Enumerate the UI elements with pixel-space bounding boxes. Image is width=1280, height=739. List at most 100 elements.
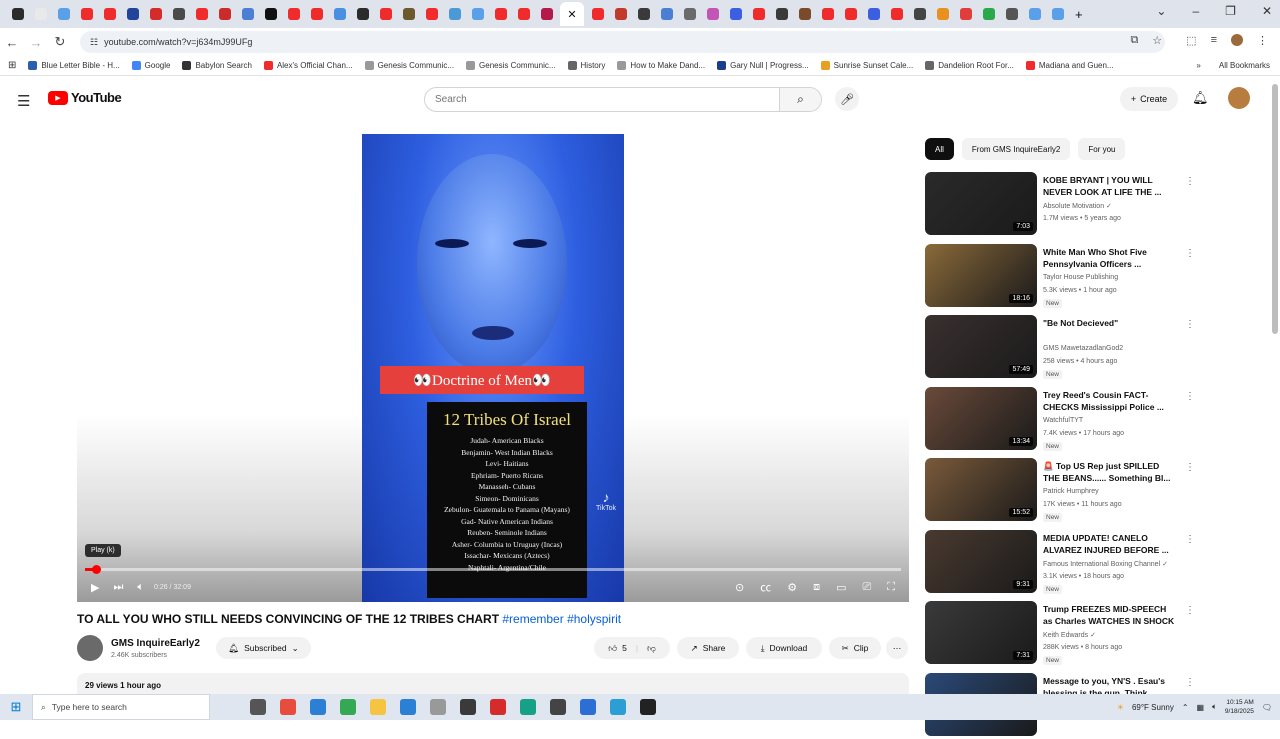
recommended-title[interactable]: "Be Not Decieved" xyxy=(1043,317,1178,329)
tab-favicon[interactable] xyxy=(379,8,392,20)
search-input[interactable] xyxy=(425,88,779,111)
bookmark-item[interactable]: Babylon Search xyxy=(182,61,252,70)
more-vertical-icon[interactable]: ⋮ xyxy=(1185,248,1195,259)
recommended-video[interactable]: 7:31 Trump FREEZES MID-SPEECH as Charles … xyxy=(925,601,1195,667)
menu-icon[interactable]: ⋮ xyxy=(1257,34,1268,47)
recommended-channel[interactable]: Patrick Humphrey xyxy=(1043,488,1099,495)
close-window-icon[interactable]: ✕ xyxy=(1262,4,1272,18)
tab-favicon[interactable] xyxy=(11,8,24,20)
chip-for-you[interactable]: For you xyxy=(1078,138,1126,160)
taskbar-app-icon[interactable] xyxy=(490,699,506,715)
tab-favicon[interactable] xyxy=(890,8,903,20)
tab-favicon[interactable] xyxy=(103,8,116,20)
more-vertical-icon[interactable]: ⋮ xyxy=(1185,319,1195,330)
taskbar-app-icon[interactable] xyxy=(460,699,476,715)
taskbar-app-icon[interactable] xyxy=(370,699,386,715)
tab-favicon[interactable] xyxy=(936,8,949,20)
tab-favicon[interactable] xyxy=(172,8,185,20)
recommended-channel[interactable]: Absolute Motivation ✓ xyxy=(1043,202,1112,210)
page-scrollbar[interactable] xyxy=(1272,84,1278,334)
tab-favicon[interactable] xyxy=(287,8,300,20)
autoplay-toggle-icon[interactable]: ⊙ xyxy=(735,581,744,594)
tray-chevron-icon[interactable]: ⌃ xyxy=(1182,703,1189,712)
share-button[interactable]: ↗ Share xyxy=(677,637,739,659)
search-icon[interactable]: ⌕ xyxy=(779,88,821,111)
bookmark-item[interactable]: History xyxy=(567,61,605,70)
tab-favicon[interactable] xyxy=(959,8,972,20)
more-vertical-icon[interactable]: ⋮ xyxy=(1185,534,1195,545)
taskbar-app-icon[interactable] xyxy=(340,699,356,715)
windows-start-icon[interactable]: ⊞ xyxy=(0,699,32,715)
recommended-video[interactable]: 9:31 MEDIA UPDATE! CANELO ALVAREZ INJURED… xyxy=(925,529,1195,596)
chip-all[interactable]: All xyxy=(925,138,954,160)
recommended-title[interactable]: White Man Who Shot Five Pennsylvania Off… xyxy=(1043,246,1178,270)
back-icon[interactable]: ← xyxy=(0,35,24,50)
tab-favicon[interactable] xyxy=(706,8,719,20)
create-button[interactable]: + Create xyxy=(1120,87,1178,111)
cast-icon[interactable]: ⎚ xyxy=(862,581,871,594)
miniplayer-icon[interactable]: ⧈ xyxy=(813,581,820,594)
tab-favicon[interactable] xyxy=(448,8,461,20)
notifications-bell-icon[interactable]: 🔔︎ xyxy=(1192,90,1209,106)
bookmark-item[interactable]: How to Make Dand... xyxy=(617,61,705,70)
video-thumbnail[interactable]: 18:16 xyxy=(925,243,1037,307)
clock[interactable]: 10:15 AM 9/18/2025 xyxy=(1225,698,1254,716)
tab-favicon[interactable] xyxy=(982,8,995,20)
recommended-channel[interactable]: Keith Edwards ✓ xyxy=(1043,631,1096,639)
taskbar-app-icon[interactable] xyxy=(250,699,266,715)
bookmark-item[interactable]: Alex's Official Chan... xyxy=(263,61,353,70)
taskbar-app-icon[interactable] xyxy=(400,699,416,715)
subscribed-button[interactable]: 🔔︎ Subscribed ⌄ xyxy=(216,637,311,659)
reload-icon[interactable]: ↻ xyxy=(48,34,72,50)
video-thumbnail[interactable]: 7:03 xyxy=(925,172,1037,235)
taskbar-app-icon[interactable] xyxy=(280,699,296,715)
more-vertical-icon[interactable]: ⋮ xyxy=(1185,605,1195,616)
tab-favicon[interactable] xyxy=(614,8,627,20)
youtube-logo[interactable]: ▶ YouTube xyxy=(48,90,122,105)
tab-favicon[interactable] xyxy=(195,8,208,20)
media-icon[interactable]: ≡ xyxy=(1211,34,1217,47)
recommended-title[interactable]: Trey Reed's Cousin FACT-CHECKS Mississip… xyxy=(1043,389,1178,413)
tab-favicon[interactable] xyxy=(471,8,484,20)
bookmark-item[interactable]: Dandelion Root For... xyxy=(925,61,1014,70)
taskbar-app-icon[interactable] xyxy=(550,699,566,715)
video-thumbnail[interactable]: 7:31 xyxy=(925,601,1037,664)
microphone-icon[interactable]: 🎤︎ xyxy=(835,87,859,111)
taskbar-app-icon[interactable] xyxy=(610,699,626,715)
bookmark-item[interactable]: Genesis Communic... xyxy=(466,61,556,70)
recommended-channel[interactable]: WatchfulTYT xyxy=(1043,417,1083,424)
chip-from-gms-inquireearly2[interactable]: From GMS InquireEarly2 xyxy=(961,138,1071,160)
tab-favicon[interactable] xyxy=(591,8,604,20)
maximize-icon[interactable]: ❐ xyxy=(1225,4,1236,18)
tab-favicon[interactable] xyxy=(844,8,857,20)
recommended-channel[interactable]: Famous International Boxing Channel ✓ xyxy=(1043,560,1168,568)
extensions-icon[interactable]: ⬚ xyxy=(1186,34,1196,47)
tab-favicon[interactable] xyxy=(425,8,438,20)
tab-favicon[interactable] xyxy=(149,8,162,20)
recommended-video[interactable]: 15:52 🚨 Top US Rep just SPILLED THE BEANS… xyxy=(925,458,1195,524)
tab-favicon[interactable] xyxy=(218,8,231,20)
tab-favicon[interactable] xyxy=(1028,8,1041,20)
tab-favicon[interactable] xyxy=(752,8,765,20)
tab-favicon[interactable] xyxy=(356,8,369,20)
bookmark-item[interactable]: Google xyxy=(131,61,170,70)
progress-bar[interactable] xyxy=(85,565,901,574)
tab-favicon[interactable] xyxy=(867,8,880,20)
progress-scrubber[interactable] xyxy=(92,565,102,574)
tab-favicon[interactable] xyxy=(540,8,553,20)
video-thumbnail[interactable]: 13:34 xyxy=(925,386,1037,450)
tab-favicon[interactable] xyxy=(402,8,415,20)
tab-favicon[interactable] xyxy=(683,8,696,20)
tab-search-icon[interactable]: ⌄ xyxy=(1156,4,1166,18)
fullscreen-icon[interactable]: ⛶ xyxy=(887,581,895,594)
profile-avatar[interactable] xyxy=(1231,34,1243,46)
apps-icon[interactable]: ⊞ xyxy=(8,60,16,71)
tab-favicon[interactable] xyxy=(494,8,507,20)
recommended-channel[interactable]: GMS MawetazadlanGod2 xyxy=(1043,345,1123,352)
tab-favicon[interactable] xyxy=(241,8,254,20)
bookmark-star-icon[interactable]: ☆ xyxy=(1152,34,1162,47)
taskbar-app-icon[interactable] xyxy=(640,699,656,715)
recommended-channel[interactable]: Taylor House Publishing xyxy=(1043,274,1118,281)
tab-favicon[interactable] xyxy=(80,8,93,20)
tab-favicon[interactable] xyxy=(517,8,530,20)
